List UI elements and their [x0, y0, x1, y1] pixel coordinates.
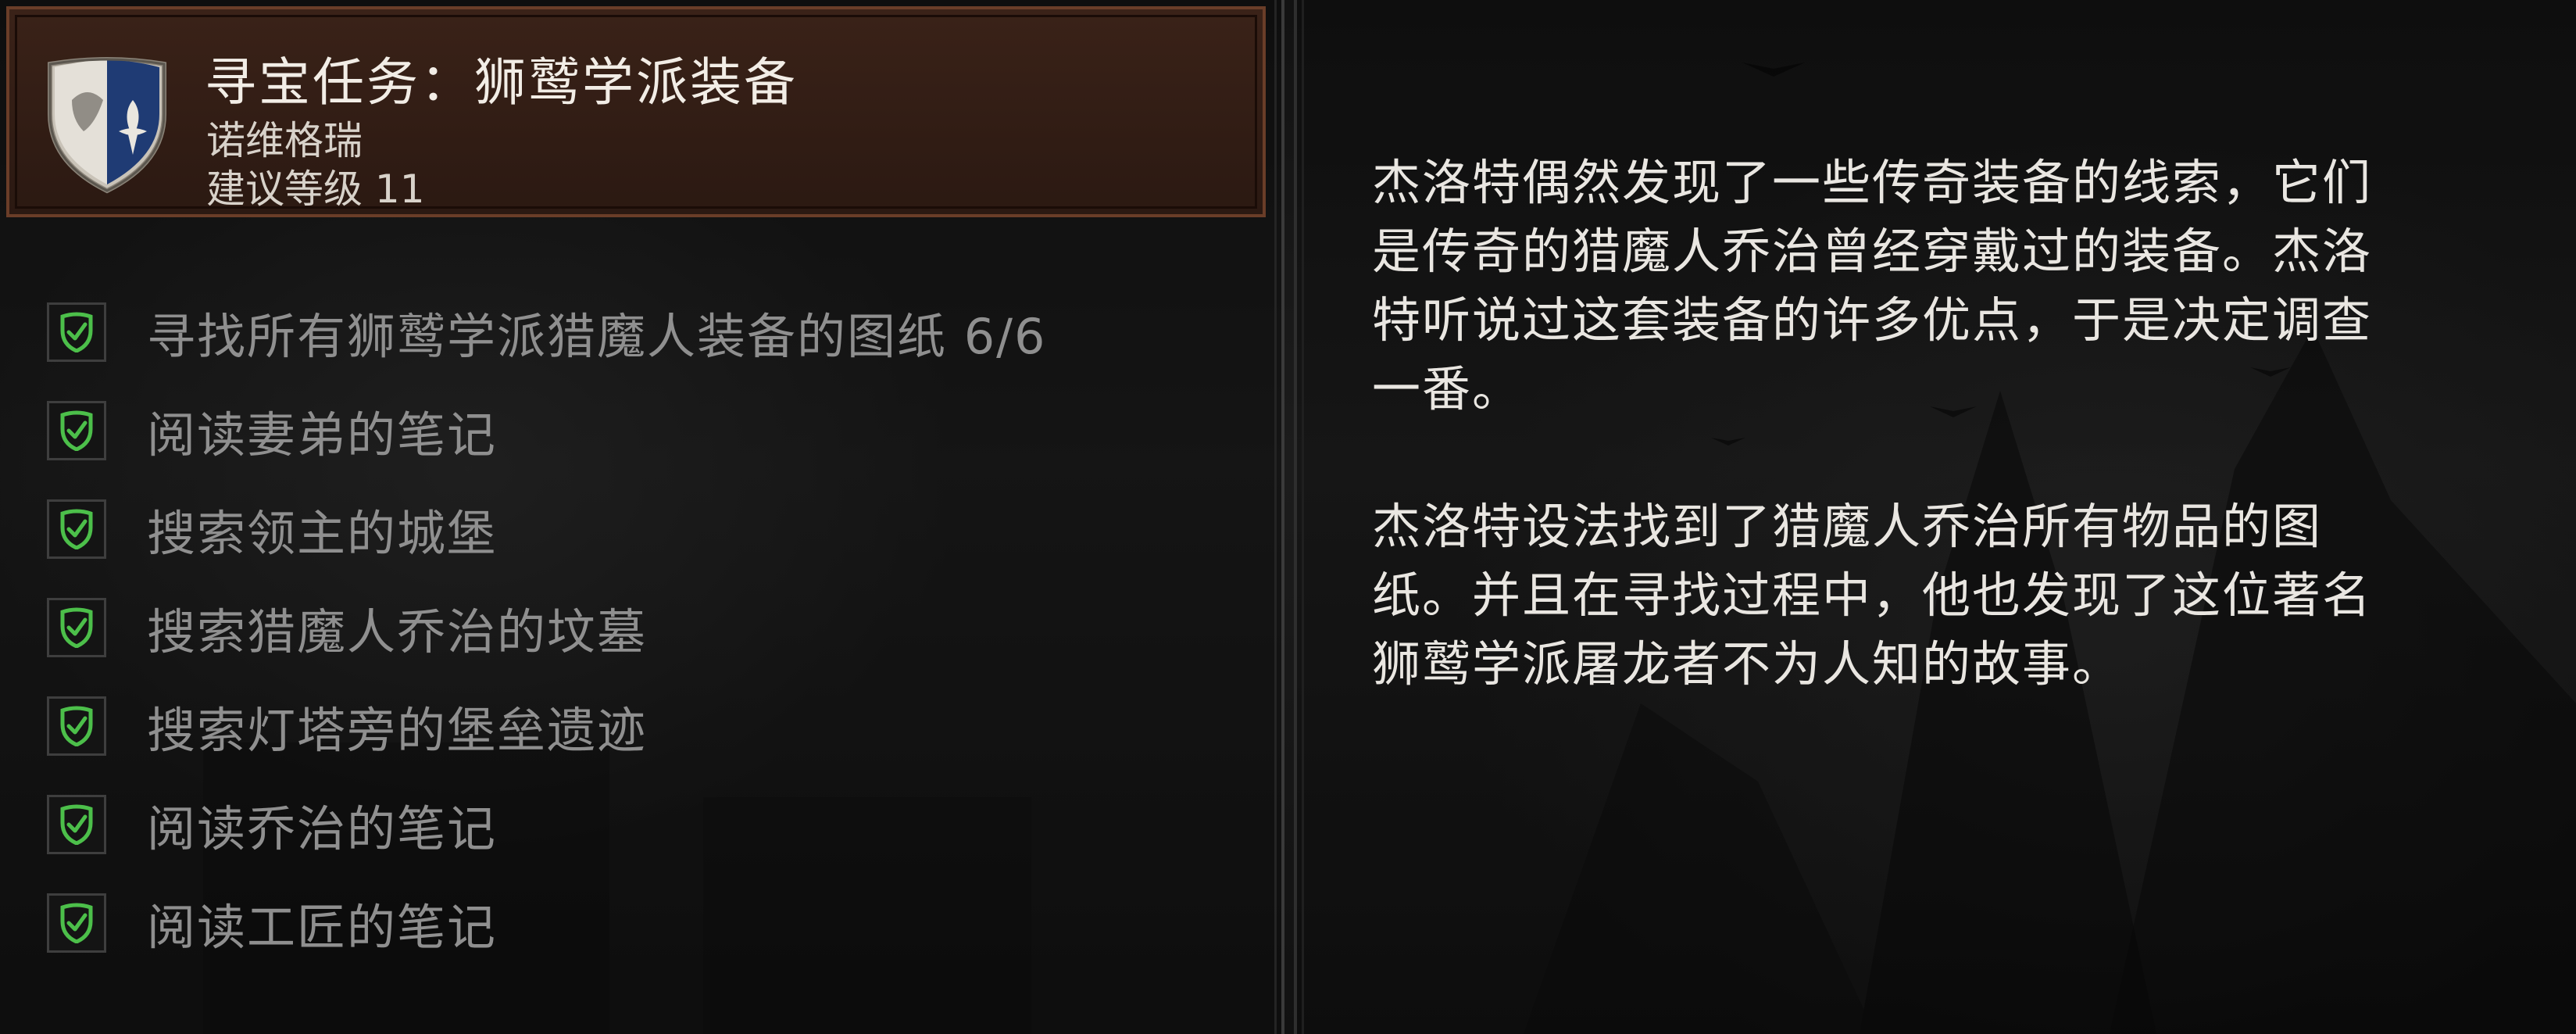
- quest-journal-screen: 寻宝任务：狮鹫学派装备 诺维格瑞 建议等级 11 寻找所有狮鹫学派猎魔人装备的图…: [0, 0, 2576, 1034]
- quest-description: 杰洛特偶然发现了一些传奇装备的线索，它们是传奇的猎魔人乔治曾经穿戴过的装备。杰洛…: [1372, 148, 2411, 767]
- objective-label: 搜索灯塔旁的堡垒遗迹: [147, 702, 648, 759]
- objective-label: 搜索猎魔人乔治的坟墓: [147, 603, 648, 660]
- objective-label: 阅读工匠的笔记: [147, 899, 498, 956]
- objective-label: 阅读妻弟的笔记: [147, 406, 498, 463]
- objective-item: 阅读妻弟的笔记: [47, 395, 1250, 466]
- completed-check-icon: [47, 696, 106, 756]
- objective-item: 寻找所有狮鹫学派猎魔人装备的图纸 6/6: [47, 297, 1250, 367]
- completed-check-icon: [47, 302, 106, 362]
- objective-item: 搜索猎魔人乔治的坟墓: [47, 592, 1250, 663]
- description-paragraph: 杰洛特设法找到了猎魔人乔治所有物品的图纸。并且在寻找过程中，他也发现了这位著名狮…: [1372, 498, 2373, 692]
- quest-description-panel: 杰洛特偶然发现了一些传奇装备的线索，它们是传奇的猎魔人乔治曾经穿戴过的装备。杰洛…: [1294, 0, 2576, 1034]
- description-paragraph: 杰洛特偶然发现了一些传奇装备的线索，它们是传奇的猎魔人乔治曾经穿戴过的装备。杰洛…: [1372, 154, 2373, 417]
- completed-check-icon: [47, 795, 106, 854]
- objective-label: 阅读乔治的笔记: [147, 800, 498, 857]
- objective-label: 寻找所有狮鹫学派猎魔人装备的图纸 6/6: [147, 308, 1047, 365]
- completed-check-icon: [47, 598, 106, 657]
- objective-label: 搜索领主的城堡: [147, 505, 498, 562]
- completed-check-icon: [47, 401, 106, 460]
- objective-item: 搜索灯塔旁的堡垒遗迹: [47, 691, 1250, 761]
- quest-title: 寻宝任务：狮鹫学派装备: [205, 52, 798, 113]
- completed-check-icon: [47, 499, 106, 559]
- griffin-school-shield-icon: [48, 57, 166, 194]
- completed-check-icon: [47, 893, 106, 953]
- quest-suggested-level: 建议等级 11: [206, 166, 425, 212]
- objective-item: 阅读工匠的笔记: [47, 888, 1250, 958]
- objective-item: 搜索领主的城堡: [47, 494, 1250, 564]
- quest-header[interactable]: 寻宝任务：狮鹫学派装备 诺维格瑞 建议等级 11: [6, 6, 1266, 217]
- objective-item: 阅读乔治的笔记: [47, 789, 1250, 860]
- quest-details-panel: 寻宝任务：狮鹫学派装备 诺维格瑞 建议等级 11 寻找所有狮鹫学派猎魔人装备的图…: [0, 0, 1284, 1034]
- objectives-list: 寻找所有狮鹫学派猎魔人装备的图纸 6/6 阅读妻弟的笔记 搜索领主的城堡 搜索猎…: [47, 297, 1250, 986]
